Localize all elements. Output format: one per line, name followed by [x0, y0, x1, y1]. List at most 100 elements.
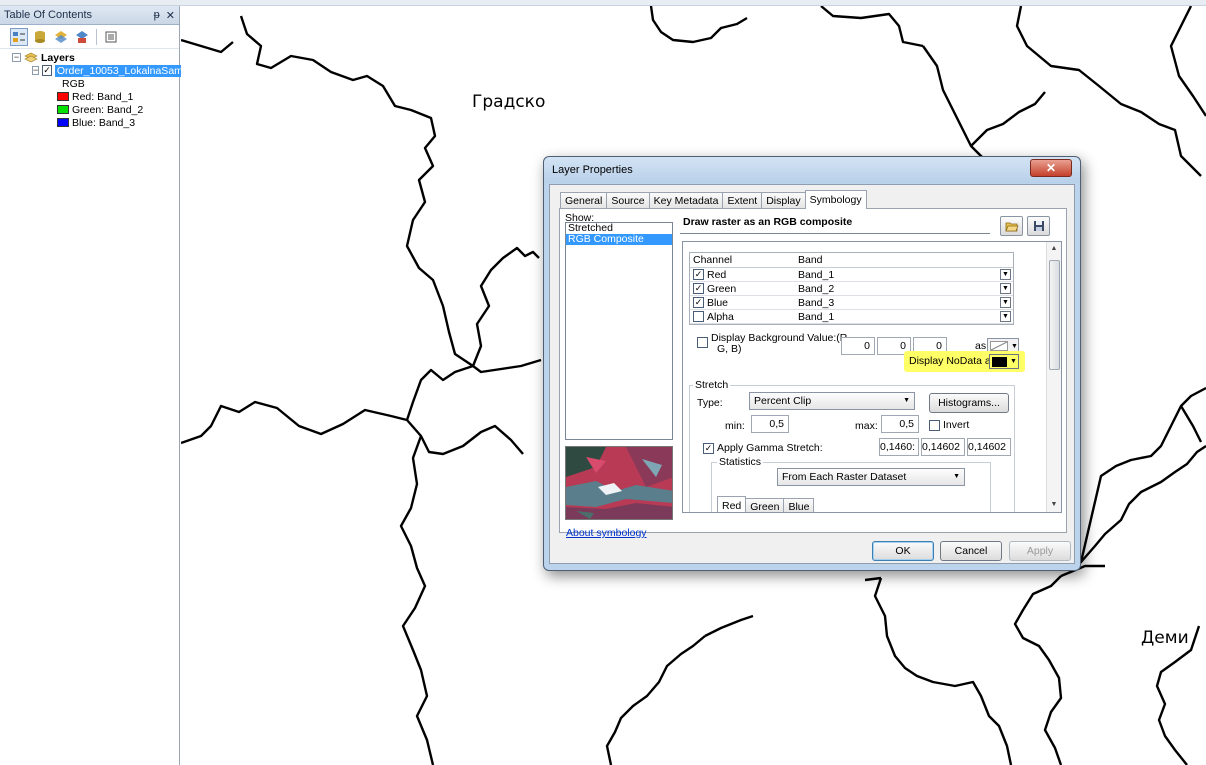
band-label-red: Red: Band_1 — [72, 90, 134, 103]
channel-red-label: Red — [707, 268, 727, 281]
scroll-up-icon[interactable]: ▲ — [1047, 242, 1061, 256]
channel-blue-checkbox[interactable]: ✓ — [693, 297, 704, 308]
gamma-b-input[interactable]: 0,14602 — [967, 438, 1011, 456]
map-label-gradsko: Градско — [472, 92, 546, 112]
chevron-down-icon[interactable]: ▼ — [1000, 283, 1011, 294]
list-by-visibility-icon[interactable] — [52, 28, 70, 46]
ok-button[interactable]: OK — [872, 541, 934, 561]
title-divider — [680, 233, 990, 234]
layer-row[interactable]: − ✓ Order_10053_LokalnaSam — [0, 64, 185, 77]
layers-root-row[interactable]: − Layers — [0, 51, 179, 64]
list-by-drawing-order-icon[interactable] — [10, 27, 28, 46]
gamma-g-input[interactable]: 0,14602 — [921, 438, 965, 456]
about-symbology-link[interactable]: About symbology — [566, 527, 647, 539]
channel-alpha-checkbox[interactable] — [693, 311, 704, 322]
stat-tab-blue[interactable]: Blue — [783, 498, 815, 512]
stat-tab-red[interactable]: Red — [717, 496, 747, 512]
list-by-source-icon[interactable] — [31, 28, 49, 46]
background-label-2: G, B) — [717, 343, 742, 355]
layer-visibility-checkbox[interactable]: ✓ — [42, 65, 52, 76]
chevron-down-icon: ▼ — [903, 397, 910, 404]
nodata-color-swatch — [992, 356, 1007, 367]
tab-extent[interactable]: Extent — [722, 192, 763, 209]
channel-table-header: Channel Band — [690, 253, 1013, 268]
collapse-icon[interactable]: − — [12, 53, 21, 62]
channel-green-label: Green — [707, 282, 737, 295]
gamma-r-input[interactable]: 0,1460: — [879, 438, 919, 456]
channel-row-alpha[interactable]: Alpha Band_1 ▼ — [690, 310, 1013, 324]
tab-key-metadata[interactable]: Key Metadata — [648, 192, 724, 209]
band-row-green[interactable]: Green: Band_2 — [0, 103, 179, 116]
nodata-label: Display NoData as — [909, 355, 996, 367]
rgb-label-row: RGB — [0, 77, 179, 90]
apply-button[interactable]: Apply — [1009, 541, 1071, 561]
stat-tab-green[interactable]: Green — [745, 498, 785, 512]
channel-red-band[interactable]: Band_1 — [795, 269, 1000, 281]
stretch-type-select[interactable]: Percent Clip ▼ — [749, 392, 915, 410]
chevron-down-icon: ▼ — [953, 473, 960, 480]
scrollbar-thumb[interactable] — [1049, 260, 1060, 370]
channel-blue-band[interactable]: Band_3 — [795, 297, 1000, 309]
channel-red-checkbox[interactable]: ✓ — [693, 269, 704, 280]
statistics-tabs: Red Green Blue — [717, 496, 815, 512]
pin-icon[interactable]: ᵽ — [154, 9, 160, 21]
channel-alpha-band[interactable]: Band_1 — [795, 311, 1000, 323]
scroll-down-icon[interactable]: ▼ — [1047, 498, 1061, 512]
tab-source[interactable]: Source — [606, 192, 650, 209]
close-icon[interactable]: ✕ — [166, 9, 175, 22]
chevron-down-icon: ▼ — [1011, 342, 1018, 350]
nodata-color-picker[interactable]: ▼ — [989, 354, 1019, 369]
show-item-rgb-composite[interactable]: RGB Composite — [566, 234, 672, 245]
layer-tree: − Layers − ✓ Order_10053_LokalnaSam RGB … — [0, 49, 185, 129]
table-of-contents-panel: Table Of Contents ᵽ ✕ − Layers − ✓ Order… — [0, 6, 185, 765]
statistics-select[interactable]: From Each Raster Dataset ▼ — [777, 468, 965, 486]
dialog-close-button[interactable]: ✕ — [1030, 159, 1072, 177]
tab-display[interactable]: Display — [761, 192, 806, 209]
background-r-input[interactable]: 0 — [841, 337, 875, 355]
max-input[interactable]: 0,5 — [881, 415, 919, 433]
histograms-button[interactable]: Histograms... — [929, 393, 1009, 413]
dialog-titlebar[interactable]: Layer Properties ✕ — [544, 157, 1080, 183]
vertical-scrollbar[interactable]: ▲ ▼ — [1046, 242, 1061, 512]
tab-strip: General Source Key Metadata Extent Displ… — [560, 190, 867, 209]
display-background-checkbox[interactable] — [697, 337, 708, 348]
layer-name[interactable]: Order_10053_LokalnaSam — [54, 64, 185, 77]
channel-row-blue[interactable]: ✓ Blue Band_3 ▼ — [690, 296, 1013, 310]
tab-general[interactable]: General — [560, 192, 608, 209]
rgb-label: RGB — [62, 77, 85, 90]
min-input[interactable]: 0,5 — [751, 415, 789, 433]
symbology-panel: Show: Stretched RGB Composite About symb… — [559, 208, 1067, 539]
statistics-label: Statistics — [717, 456, 764, 468]
tab-symbology[interactable]: Symbology — [804, 190, 867, 209]
save-layer-file-button[interactable] — [1027, 216, 1050, 236]
channel-green-checkbox[interactable]: ✓ — [693, 283, 704, 294]
chevron-down-icon[interactable]: ▼ — [1000, 269, 1011, 280]
band-row-red[interactable]: Red: Band_1 — [0, 90, 179, 103]
folder-open-icon — [1004, 222, 1019, 232]
collapse-icon[interactable]: − — [32, 66, 40, 75]
channel-row-green[interactable]: ✓ Green Band_2 ▼ — [690, 282, 1013, 296]
band-label-green: Green: Band_2 — [72, 103, 144, 116]
symbology-scroll-area[interactable]: Channel Band ✓ Red Band_1 ▼ ✓ Green Band_2… — [682, 241, 1062, 513]
open-layer-file-button[interactable] — [1000, 216, 1023, 236]
show-list[interactable]: Stretched RGB Composite — [565, 222, 673, 440]
show-panel: Show: Stretched RGB Composite About symb… — [565, 212, 673, 539]
channel-header: Channel — [693, 254, 733, 266]
invert-checkbox[interactable] — [929, 420, 940, 431]
cancel-button[interactable]: Cancel — [940, 541, 1002, 561]
toc-toolbar — [0, 25, 179, 49]
channel-table: Channel Band ✓ Red Band_1 ▼ ✓ Green Band_2… — [689, 252, 1014, 325]
chevron-down-icon[interactable]: ▼ — [1000, 311, 1011, 322]
chevron-down-icon[interactable]: ▼ — [1000, 297, 1011, 308]
gamma-stretch-checkbox[interactable]: ✓ — [703, 443, 714, 454]
band-row-blue[interactable]: Blue: Band_3 — [0, 116, 179, 129]
no-color-swatch-icon — [990, 341, 1008, 351]
type-label: Type: — [697, 397, 723, 409]
stretch-label: Stretch — [693, 379, 731, 391]
channel-alpha-label: Alpha — [707, 310, 734, 323]
channel-green-band[interactable]: Band_2 — [795, 283, 1000, 295]
list-by-selection-icon[interactable] — [73, 28, 91, 46]
channel-row-red[interactable]: ✓ Red Band_1 ▼ — [690, 268, 1013, 282]
options-icon[interactable] — [102, 28, 120, 46]
blue-swatch-icon — [57, 118, 69, 127]
